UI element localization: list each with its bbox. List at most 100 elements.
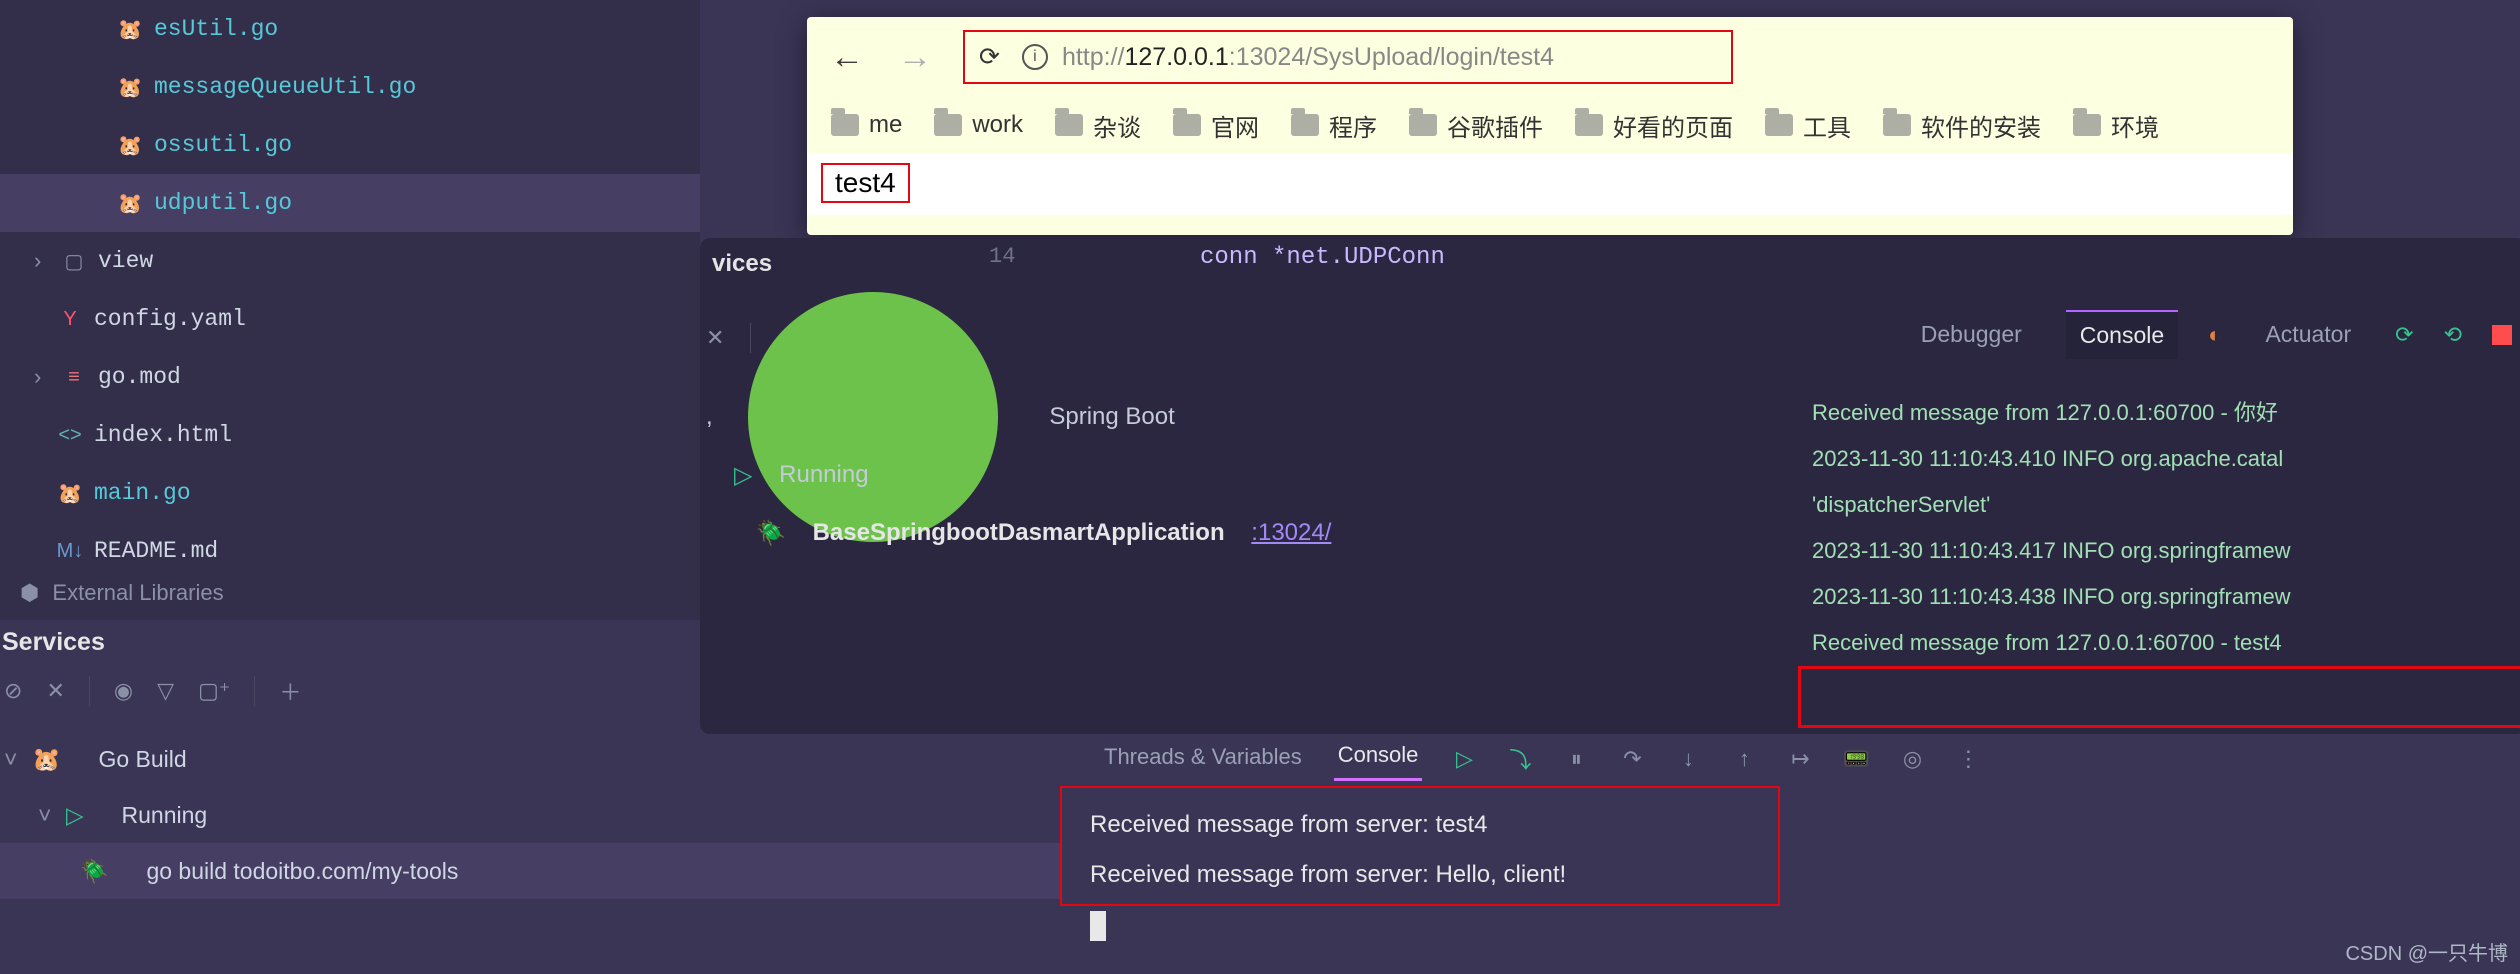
file-icon: 🐹 [58,481,82,505]
tab-threads-variables[interactable]: Threads & Variables [1100,738,1306,780]
file-name: README.md [94,538,218,564]
console-line: 2023-11-30 11:10:43.410 INFO org.apache.… [1806,436,2520,482]
service-build-task[interactable]: 🪲 go build todoitbo.com/my-tools [0,843,1060,899]
layout-icon[interactable]: ▢⁺ [198,678,230,704]
step-over-icon[interactable]: ↷ [1618,746,1646,772]
stop-icon[interactable]: ⊘ [4,678,22,704]
file-item[interactable]: 🐹 ossutil.go [0,116,700,174]
file-icon: 🐹 [118,75,142,99]
file-item[interactable]: <>index.html [0,406,700,464]
file-icon: 🐹 [118,191,142,215]
more-icon[interactable]: ⋮ [1954,746,1982,772]
external-libraries-row[interactable]: ⬢ External Libraries [0,580,700,607]
file-item[interactable]: 🐹 udputil.go [0,174,700,232]
bookmark-label: 杂谈 [1093,108,1141,143]
file-icon: Y [58,307,82,331]
address-bar[interactable]: ⟳ i http://127.0.0.1:13024/SysUpload/log… [963,30,1733,84]
service-running[interactable]: ˅▷ Running [0,787,1060,843]
file-item[interactable]: 🐹main.go [0,464,700,522]
file-name: view [98,248,153,274]
bookmark-label: me [869,111,902,139]
spring-boot-root[interactable]: , Spring Boot [706,388,1331,446]
site-info-icon[interactable]: i [1022,44,1048,70]
bookmark-item[interactable]: 官网 [1173,108,1259,143]
file-item[interactable]: 🐹 esUtil.go [0,0,700,58]
file-item[interactable]: 🐹 messageQueueUtil.go [0,58,700,116]
trace-icon[interactable]: ◎ [1898,746,1926,772]
step-out-icon[interactable]: ↑ [1730,746,1758,772]
stop-button[interactable] [2492,325,2512,345]
bookmark-item[interactable]: 工具 [1765,108,1851,143]
run-to-cursor-icon[interactable]: ↦ [1786,746,1814,772]
close-icon[interactable]: ✕ [46,678,64,704]
file-name: udputil.go [154,190,292,216]
bookmark-label: work [972,111,1023,139]
bookmark-item[interactable]: 杂谈 [1055,108,1141,143]
bookmark-label: 官网 [1211,108,1259,143]
file-icon: 🐹 [118,17,142,41]
tab-console-bottom[interactable]: Console [1334,736,1423,781]
actuator-icon: ◐ [2208,322,2221,348]
go-console-output[interactable]: Received message from server: test4Recei… [1090,800,1566,950]
filter-icon[interactable]: ▽ [157,678,174,704]
bookmark-label: 环境 [2111,108,2159,143]
step-into-icon[interactable]: ↓ [1674,746,1702,772]
close-icon[interactable]: ✕ [706,325,724,351]
add-icon[interactable]: ＋ [279,675,301,707]
file-item[interactable]: Yconfig.yaml [0,290,700,348]
bookmark-item[interactable]: 程序 [1291,108,1377,143]
file-name: go.mod [98,364,181,390]
file-name: esUtil.go [154,16,278,42]
pause-icon[interactable]: ⏸ [1562,746,1590,772]
file-icon: <> [58,423,82,447]
tab-actuator[interactable]: Actuator [2251,311,2365,358]
folder-icon [831,114,859,136]
watermark: CSDN @一只牛博 [2345,937,2508,966]
folder-icon [1575,114,1603,136]
folder-icon [1291,114,1319,136]
debug-tool-tabs: Debugger Console ◐ Actuator ⟳ ⟲ [1907,310,2512,359]
folder-icon [1765,114,1793,136]
file-name: config.yaml [94,306,246,332]
browser-window: ← → ⟳ i http://127.0.0.1:13024/SysUpload… [807,17,2293,235]
step-icon[interactable]: ⤵ [1506,743,1534,775]
services-detail-panel: vices 14 conn *net.UDPConn ✕ ◉ ▽ ▢⁺ ＋ , … [700,238,2520,734]
back-button[interactable]: ← [827,38,867,77]
app-port-link[interactable]: :13024/ [1251,519,1331,547]
service-go-build[interactable]: ˅🐹 Go Build [0,731,1060,787]
bookmark-item[interactable]: me [831,111,902,139]
bookmark-label: 好看的页面 [1613,108,1733,143]
bookmark-label: 谷歌插件 [1447,108,1543,143]
console-line: 2023-11-30 11:10:43.417 INFO org.springf… [1806,528,2520,574]
file-icon: ≡ [62,365,86,389]
bookmark-item[interactable]: 环境 [2073,108,2159,143]
refresh-icon[interactable]: ⟳ [2395,322,2413,348]
file-item[interactable]: ›≡go.mod [0,348,700,406]
folder-icon [934,114,962,136]
file-icon: M↓ [58,539,82,563]
resume-icon[interactable]: ▷ [1450,746,1478,772]
folder-icon [1173,114,1201,136]
bookmark-item[interactable]: work [934,111,1023,139]
forward-button[interactable]: → [895,38,935,77]
eye-icon[interactable]: ◉ [114,678,133,704]
tab-debugger[interactable]: Debugger [1907,311,2036,358]
cursor [1090,911,1106,941]
tab-console[interactable]: Console [2066,310,2178,359]
rerun-icon[interactable]: ⟲ [2444,322,2462,348]
debug-bottom-tabs: Threads & Variables Console ▷ ⤵ ⏸ ↷ ↓ ↑ … [1100,736,1982,781]
file-name: ossutil.go [154,132,292,158]
page-response-text: test4 [821,163,910,203]
file-name: messageQueueUtil.go [154,74,416,100]
evaluate-icon[interactable]: 📟 [1842,746,1870,772]
bookmark-item[interactable]: 好看的页面 [1575,108,1733,143]
spring-console-output[interactable]: Received message from 127.0.0.1:60700 - … [1806,390,2520,666]
file-item[interactable]: ›▢view [0,232,700,290]
file-icon: 🐹 [118,133,142,157]
console-line: Received message from 127.0.0.1:60700 - … [1806,620,2520,666]
bookmark-item[interactable]: 谷歌插件 [1409,108,1543,143]
bookmarks-bar: me work 杂谈 官网程序 谷歌插件 好看的页面工具软件的安装 环境 [807,97,2293,153]
reload-icon[interactable]: ⟳ [979,42,1000,72]
bookmark-item[interactable]: 软件的安装 [1883,108,2041,143]
file-item[interactable]: M↓ README.md [0,522,700,580]
